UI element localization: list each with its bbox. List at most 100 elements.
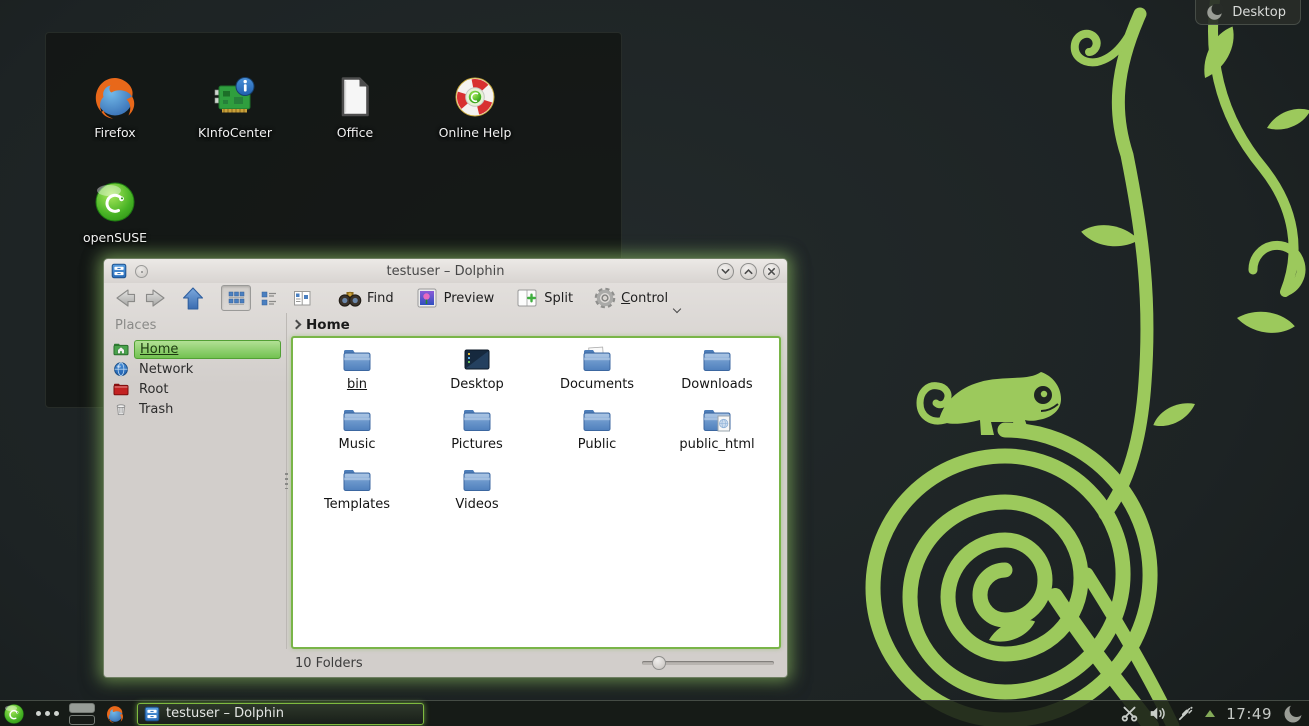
folder-item-bin[interactable]: bin [297,344,417,404]
back-button[interactable] [112,285,138,311]
desktop-icon-opensuse[interactable]: openSUSE [60,178,170,245]
zoom-slider-handle[interactable] [652,656,666,670]
toolbox-label: Desktop [1232,5,1286,20]
firefox-icon [91,73,139,121]
on-all-desktops-button[interactable] [135,265,148,278]
red-folder-icon [113,381,129,397]
opensuse-ball-icon [91,178,139,226]
folder-icon [461,464,493,496]
panel-cashew-icon[interactable] [1283,704,1303,724]
desktop-icon-office[interactable]: Office [300,73,410,140]
places-item-network[interactable]: Network [113,359,281,379]
folder-view[interactable]: bin Desktop Documents Downloads [291,336,781,649]
minimize-button[interactable] [717,263,734,280]
places-item-label: Root [134,381,173,398]
folder-item-pictures[interactable]: Pictures [417,404,537,464]
details-view-button[interactable] [254,285,284,311]
panel-splitter[interactable] [283,313,291,649]
control-button[interactable]: Control [594,287,682,309]
pager-desktop-1[interactable] [69,703,95,713]
folder-label: Documents [560,377,634,392]
places-header: Places [113,316,281,339]
places-item-root[interactable]: Root [113,379,281,399]
status-bar: 10 Folders [105,649,786,677]
places-panel: Places Home Network Root Trash [105,313,283,649]
taskbar-panel: testuser – Dolphin 17:49 [0,700,1309,726]
pager-desktop-2[interactable] [69,715,95,725]
find-button[interactable]: Find [338,286,394,310]
desktop-icon-firefox[interactable]: Firefox [60,73,170,140]
office-document-icon [331,73,379,121]
folder-item-desktop[interactable]: Desktop [417,344,537,404]
split-label: Split [544,291,573,306]
columns-view-button[interactable] [287,285,317,311]
close-button[interactable] [763,263,780,280]
home-folder-icon [113,341,129,357]
firefox-launcher-icon[interactable] [105,704,125,724]
breadcrumb-location[interactable]: Home [306,317,350,333]
folder-html-icon [701,404,733,436]
maximize-button[interactable] [740,263,757,280]
zoom-slider[interactable] [642,656,774,670]
volume-speaker-icon[interactable] [1149,705,1166,722]
folder-item-public-html[interactable]: public_html [657,404,777,464]
main-toolbar: Find Preview Split Control [104,283,787,313]
folder-label: Downloads [681,377,752,392]
desktop-toolbox[interactable]: Desktop [1195,0,1301,25]
system-tray: 17:49 [1121,704,1309,724]
kinfocenter-icon [211,73,259,121]
control-label: Control [621,291,668,306]
folder-item-templates[interactable]: Templates [297,464,417,524]
folder-icon [461,404,493,436]
places-item-trash[interactable]: Trash [113,399,281,419]
window-title: testuser – Dolphin [104,264,787,279]
folder-label: Music [339,437,376,452]
tray-expander-icon[interactable] [1205,710,1215,717]
window-titlebar[interactable]: testuser – Dolphin [104,259,787,283]
preview-button[interactable]: Preview [415,286,495,310]
status-text: 10 Folders [295,656,363,671]
chevron-up-icon [743,266,754,277]
folder-label: Desktop [450,377,504,392]
folder-item-downloads[interactable]: Downloads [657,344,777,404]
taskbar-task-dolphin[interactable]: testuser – Dolphin [137,703,424,725]
lifebuoy-icon [451,73,499,121]
folder-item-music[interactable]: Music [297,404,417,464]
arrow-right-icon [143,285,169,311]
icons-view-icon [226,288,246,308]
desktop-icon-kinfocenter[interactable]: KInfoCenter [180,73,290,140]
application-launcher-button[interactable] [2,702,26,726]
folder-label: Templates [324,497,390,512]
close-icon [766,266,777,277]
virtual-desktop-pager[interactable] [69,703,95,725]
chevron-down-icon [720,266,731,277]
klipper-scissors-icon[interactable] [1121,705,1138,722]
up-button[interactable] [180,285,206,311]
folder-item-public[interactable]: Public [537,404,657,464]
folder-item-videos[interactable]: Videos [417,464,537,524]
arrow-up-icon [180,285,206,311]
places-item-home[interactable]: Home [113,339,281,359]
desktop-icon-label: Online Help [420,125,530,140]
preview-image-icon [415,286,439,310]
folder-item-documents[interactable]: Documents [537,344,657,404]
folder-icon [341,464,373,496]
icons-view-button[interactable] [221,285,251,311]
breadcrumb: Home [291,313,781,336]
forward-button[interactable] [143,285,169,311]
desktop-icon-online-help[interactable]: Online Help [420,73,530,140]
folder-icon [581,404,613,436]
desktop-icon-label: Firefox [60,125,170,140]
split-button[interactable]: Split [515,286,573,310]
desktop-folder-icon [461,344,493,376]
task-label: testuser – Dolphin [166,706,284,721]
details-view-icon [259,288,279,308]
desktop-icon-label: openSUSE [60,230,170,245]
folder-label: Videos [455,497,498,512]
binoculars-icon [338,286,362,310]
activity-dots-widget[interactable] [36,711,59,716]
folder-label: bin [347,377,367,392]
device-notifier-icon[interactable] [1177,705,1194,722]
preview-label: Preview [444,291,495,306]
digital-clock[interactable]: 17:49 [1226,705,1272,723]
